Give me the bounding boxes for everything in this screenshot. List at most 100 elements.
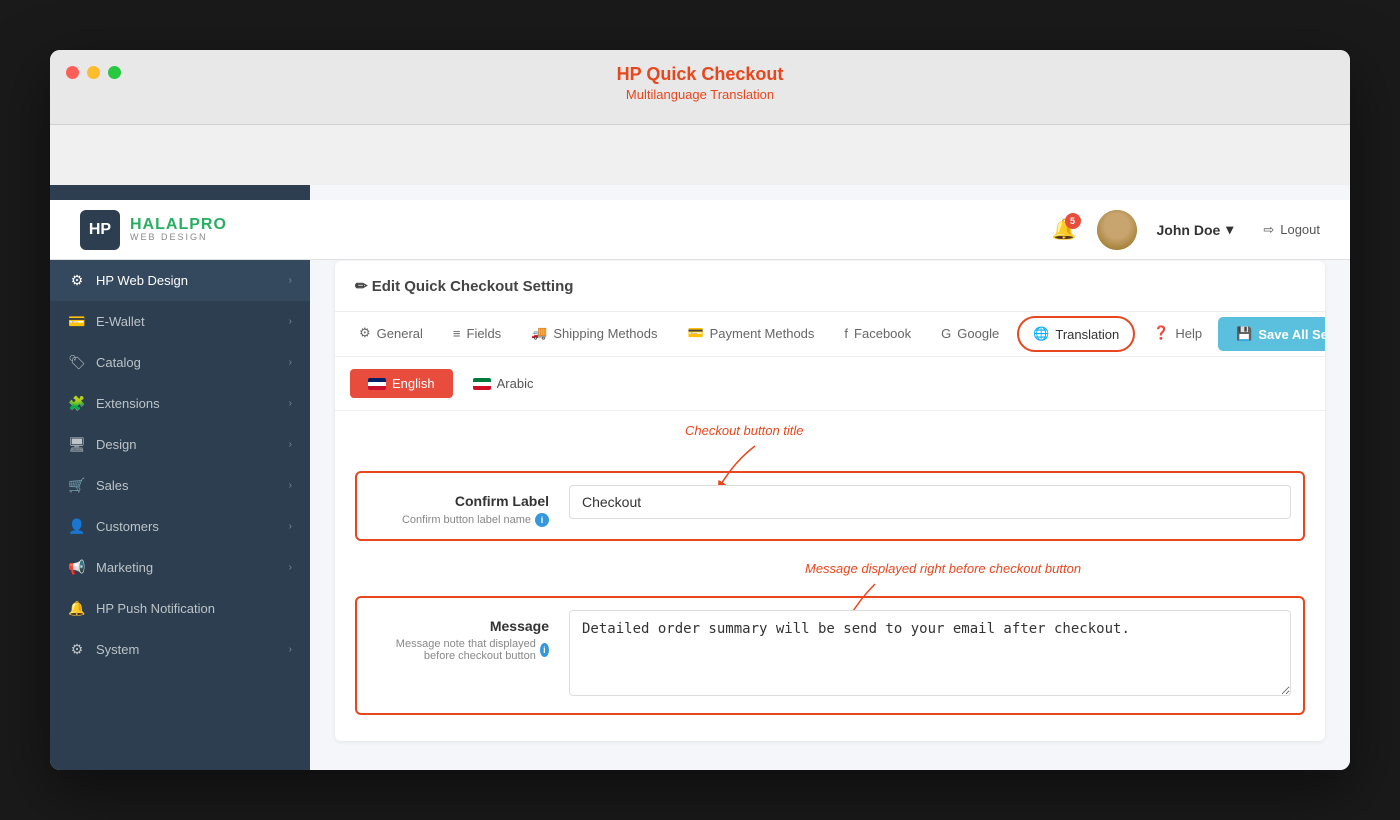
tab-facebook[interactable]: f Facebook	[830, 314, 925, 355]
user-info[interactable]: John Doe ▾	[1157, 221, 1234, 238]
sidebar-label-push-notification: HP Push Notification	[96, 601, 215, 616]
marketing-icon: 📢	[68, 559, 86, 576]
translation-icon: 🌐	[1033, 326, 1049, 342]
sidebar-label-design: Design	[96, 437, 136, 452]
lang-english-label: English	[392, 376, 435, 391]
logout-label: Logout	[1280, 222, 1320, 237]
info-icon-confirm[interactable]: i	[535, 513, 549, 527]
tab-google-label: Google	[957, 326, 999, 341]
tab-fields[interactable]: ≡ Fields	[439, 314, 515, 355]
sidebar-item-sales[interactable]: 🛒 Sales ›	[50, 465, 310, 506]
save-all-settings-button[interactable]: 💾 Save All Settings	[1218, 317, 1325, 351]
confirm-input-col	[569, 485, 1291, 527]
chevron-right-icon: ›	[289, 357, 292, 368]
general-icon: ⚙	[359, 325, 371, 341]
brand-sub: WEB DESIGN	[130, 233, 227, 243]
sidebar-label-sales: Sales	[96, 478, 129, 493]
confirm-label-text: Confirm Label	[369, 485, 549, 509]
facebook-icon: f	[844, 326, 848, 341]
chevron-right-icon: ›	[289, 439, 292, 450]
lang-tab-english[interactable]: English	[350, 369, 453, 398]
push-notification-icon: 🔔	[68, 600, 86, 617]
message-sublabel: Message note that displayed before check…	[369, 638, 549, 662]
window-controls	[66, 66, 121, 79]
chevron-right-icon: ›	[289, 398, 292, 409]
sidebar-label-catalog: Catalog	[96, 355, 141, 370]
tab-help-label: Help	[1175, 326, 1202, 341]
tab-help[interactable]: ❓ Help	[1139, 313, 1216, 355]
tab-payment-label: Payment Methods	[710, 326, 815, 341]
brand-name: HALALPRO	[130, 216, 227, 234]
sidebar-item-design[interactable]: 🖥 Design ›	[50, 424, 310, 465]
logout-button[interactable]: ⇨ Logout	[1253, 216, 1330, 244]
message-row: Message Message note that displayed befo…	[355, 596, 1305, 715]
avatar-image	[1097, 210, 1137, 250]
message-textarea[interactable]: Detailed order summary will be send to y…	[569, 610, 1291, 696]
confirm-label-row: Confirm Label Confirm button label name …	[355, 471, 1305, 541]
sidebar-item-marketing[interactable]: 📢 Marketing ›	[50, 547, 310, 588]
notification-badge: 5	[1065, 213, 1081, 229]
sidebar-label-marketing: Marketing	[96, 560, 153, 575]
user-dropdown-icon: ▾	[1226, 221, 1233, 238]
lang-tab-arabic[interactable]: Arabic	[455, 369, 552, 398]
header-right: 🔔 5 John Doe ▾ ⇨ Logout	[1052, 210, 1330, 250]
app-window: HP Quick Checkout Multilanguage Translat…	[50, 50, 1350, 770]
customers-icon: 👤	[68, 518, 86, 535]
logo-icon: HP	[80, 210, 120, 250]
sidebar-item-hp-web-design[interactable]: ⚙ HP Web Design ›	[50, 260, 310, 301]
notification-button[interactable]: 🔔 5	[1052, 217, 1077, 242]
tab-facebook-label: Facebook	[854, 326, 911, 341]
sidebar-item-ewallet[interactable]: 💳 E-Wallet ›	[50, 301, 310, 342]
hp-web-design-icon: ⚙	[68, 272, 86, 289]
avatar	[1097, 210, 1137, 250]
app-header: HP HALALPRO WEB DESIGN 🔔 5 John Doe	[50, 200, 1350, 260]
tab-translation-label: Translation	[1055, 327, 1119, 342]
user-name: John Doe	[1157, 222, 1221, 238]
sidebar-item-customers[interactable]: 👤 Customers ›	[50, 506, 310, 547]
tab-shipping-methods[interactable]: 🚚 Shipping Methods	[517, 313, 671, 355]
tab-google[interactable]: G Google	[927, 314, 1013, 355]
minimize-button[interactable]	[87, 66, 100, 79]
language-tabs: English Arabic	[335, 357, 1325, 411]
main-card: ✏ Edit Quick Checkout Setting ⚙ General …	[335, 261, 1325, 741]
lang-arabic-label: Arabic	[497, 376, 534, 391]
english-flag-icon	[368, 378, 386, 390]
close-button[interactable]	[66, 66, 79, 79]
chevron-right-icon: ›	[289, 275, 292, 286]
tabs-bar: ⚙ General ≡ Fields 🚚 Shipping Methods 💳 …	[335, 312, 1325, 357]
sidebar-item-extensions[interactable]: 🧩 Extensions ›	[50, 383, 310, 424]
design-icon: 🖥	[68, 436, 86, 453]
message-label-text: Message	[369, 610, 549, 634]
message-label-col: Message Message note that displayed befo…	[369, 610, 569, 701]
chevron-right-icon: ›	[289, 316, 292, 327]
tab-general[interactable]: ⚙ General	[345, 313, 437, 355]
sidebar-item-system[interactable]: ⚙ System ›	[50, 629, 310, 670]
info-icon-message[interactable]: i	[540, 643, 549, 657]
annotation-area-2: Message displayed right before checkout …	[355, 561, 1305, 591]
shipping-icon: 🚚	[531, 325, 547, 341]
maximize-button[interactable]	[108, 66, 121, 79]
help-icon: ❓	[1153, 325, 1169, 341]
google-icon: G	[941, 326, 951, 341]
save-icon: 💾	[1236, 326, 1252, 342]
tab-shipping-label: Shipping Methods	[553, 326, 657, 341]
sales-icon: 🛒	[68, 477, 86, 494]
sidebar-item-catalog[interactable]: 🏷 Catalog ›	[50, 342, 310, 383]
sidebar-item-push-notification[interactable]: 🔔 HP Push Notification	[50, 588, 310, 629]
tab-translation[interactable]: 🌐 Translation	[1017, 316, 1135, 352]
logo-text: HALALPRO WEB DESIGN	[130, 216, 227, 243]
sidebar-label-hp-web-design: HP Web Design	[96, 273, 188, 288]
sidebar-label-ewallet: E-Wallet	[96, 314, 145, 329]
save-button-label: Save All Settings	[1258, 327, 1325, 342]
main-content: Quick Checkout Home › HP Quick Checkout …	[310, 185, 1350, 770]
sidebar-label-customers: Customers	[96, 519, 159, 534]
ewallet-icon: 💳	[68, 313, 86, 330]
confirm-label-input[interactable]	[569, 485, 1291, 519]
catalog-icon: 🏷	[68, 354, 86, 371]
tab-payment-methods[interactable]: 💳 Payment Methods	[673, 313, 828, 355]
annotation-checkout-title: Checkout button title	[685, 423, 804, 438]
title-bar: HP Quick Checkout Multilanguage Translat…	[50, 50, 1350, 125]
window-body: HP HALALPRO WEB DESIGN 🔔 5 John Doe	[50, 125, 1350, 770]
annotation-message: Message displayed right before checkout …	[805, 561, 1081, 576]
extensions-icon: 🧩	[68, 395, 86, 412]
